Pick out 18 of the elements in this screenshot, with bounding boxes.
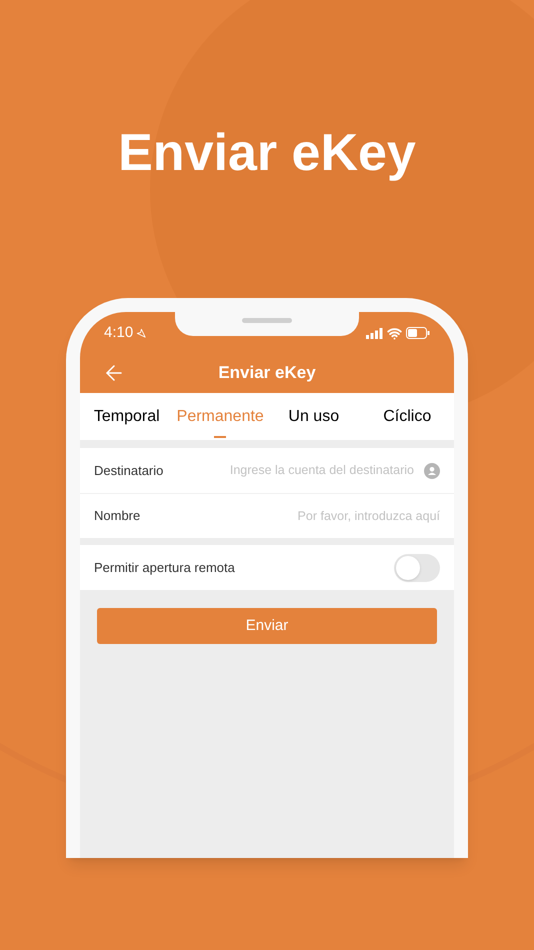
- tab[interactable]: Cíclico: [360, 393, 454, 440]
- tab[interactable]: Un uso: [267, 393, 360, 440]
- wifi-icon: [387, 326, 402, 340]
- field-label: Destinatario: [94, 462, 164, 480]
- location-icon: [136, 328, 146, 338]
- tab[interactable]: Temporal: [80, 393, 174, 440]
- field-label: Nombre: [94, 507, 142, 526]
- toggle-switch[interactable]: [394, 554, 440, 582]
- status-time: 4:10: [104, 322, 134, 343]
- nav-title: Enviar eKey: [218, 362, 316, 384]
- speaker-grille: [242, 318, 292, 323]
- contact-icon[interactable]: [424, 462, 440, 478]
- toggle-label: Permitir apertura remota: [94, 558, 235, 577]
- signal-icon: [366, 328, 383, 338]
- headline: Enviar eKey: [118, 123, 416, 184]
- input-field[interactable]: Ingrese la cuenta del destinatario: [204, 461, 414, 480]
- battery-icon: [406, 327, 430, 339]
- input-field[interactable]: Por favor, introduzca aquí: [204, 506, 440, 526]
